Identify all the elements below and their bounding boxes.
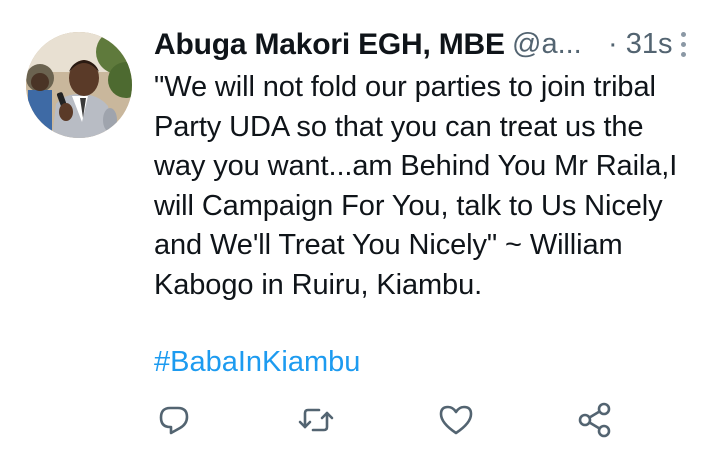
author-display-name[interactable]: Abuga Makori EGH, MBE bbox=[154, 28, 505, 62]
share-button[interactable] bbox=[576, 400, 616, 440]
tweet-text-line: and We'll Treat You Nicely" ~ William bbox=[154, 229, 623, 261]
heart-icon bbox=[439, 405, 473, 435]
retweet-icon bbox=[298, 408, 334, 432]
reply-icon bbox=[159, 406, 189, 435]
tweet-timestamp[interactable]: · 31s bbox=[608, 28, 672, 61]
tweet-text: "We will not fold our parties to join tr… bbox=[154, 68, 710, 305]
tweet-text-line: way you want...am Behind You Mr Raila,I bbox=[154, 150, 678, 182]
author-avatar[interactable] bbox=[26, 32, 132, 138]
tweet-actions bbox=[0, 400, 720, 444]
tweet-text-line: "We will not fold our parties to join tr… bbox=[154, 71, 656, 103]
author-handle[interactable]: @a... bbox=[512, 28, 582, 61]
share-icon bbox=[578, 402, 611, 438]
tweet-text-line: Party UDA so that you can treat us the bbox=[154, 110, 644, 143]
reply-button[interactable] bbox=[154, 400, 194, 440]
tweet-text-line: Kabogo in Ruiru, Kiambu. bbox=[154, 268, 483, 301]
like-button[interactable] bbox=[436, 400, 476, 440]
tweet-header: Abuga Makori EGH, MBE @a... · 31s bbox=[154, 26, 694, 66]
tweet-text-line: will Campaign For You, talk to Us Nicely bbox=[154, 189, 663, 222]
tweet-card[interactable]: Abuga Makori EGH, MBE @a... · 31s "We wi… bbox=[0, 0, 720, 450]
vertical-ellipsis-icon[interactable] bbox=[678, 30, 688, 62]
retweet-button[interactable] bbox=[296, 400, 336, 440]
profile-photo-icon bbox=[26, 32, 132, 138]
hashtag-link[interactable]: #BabaInKiambu bbox=[154, 346, 360, 379]
